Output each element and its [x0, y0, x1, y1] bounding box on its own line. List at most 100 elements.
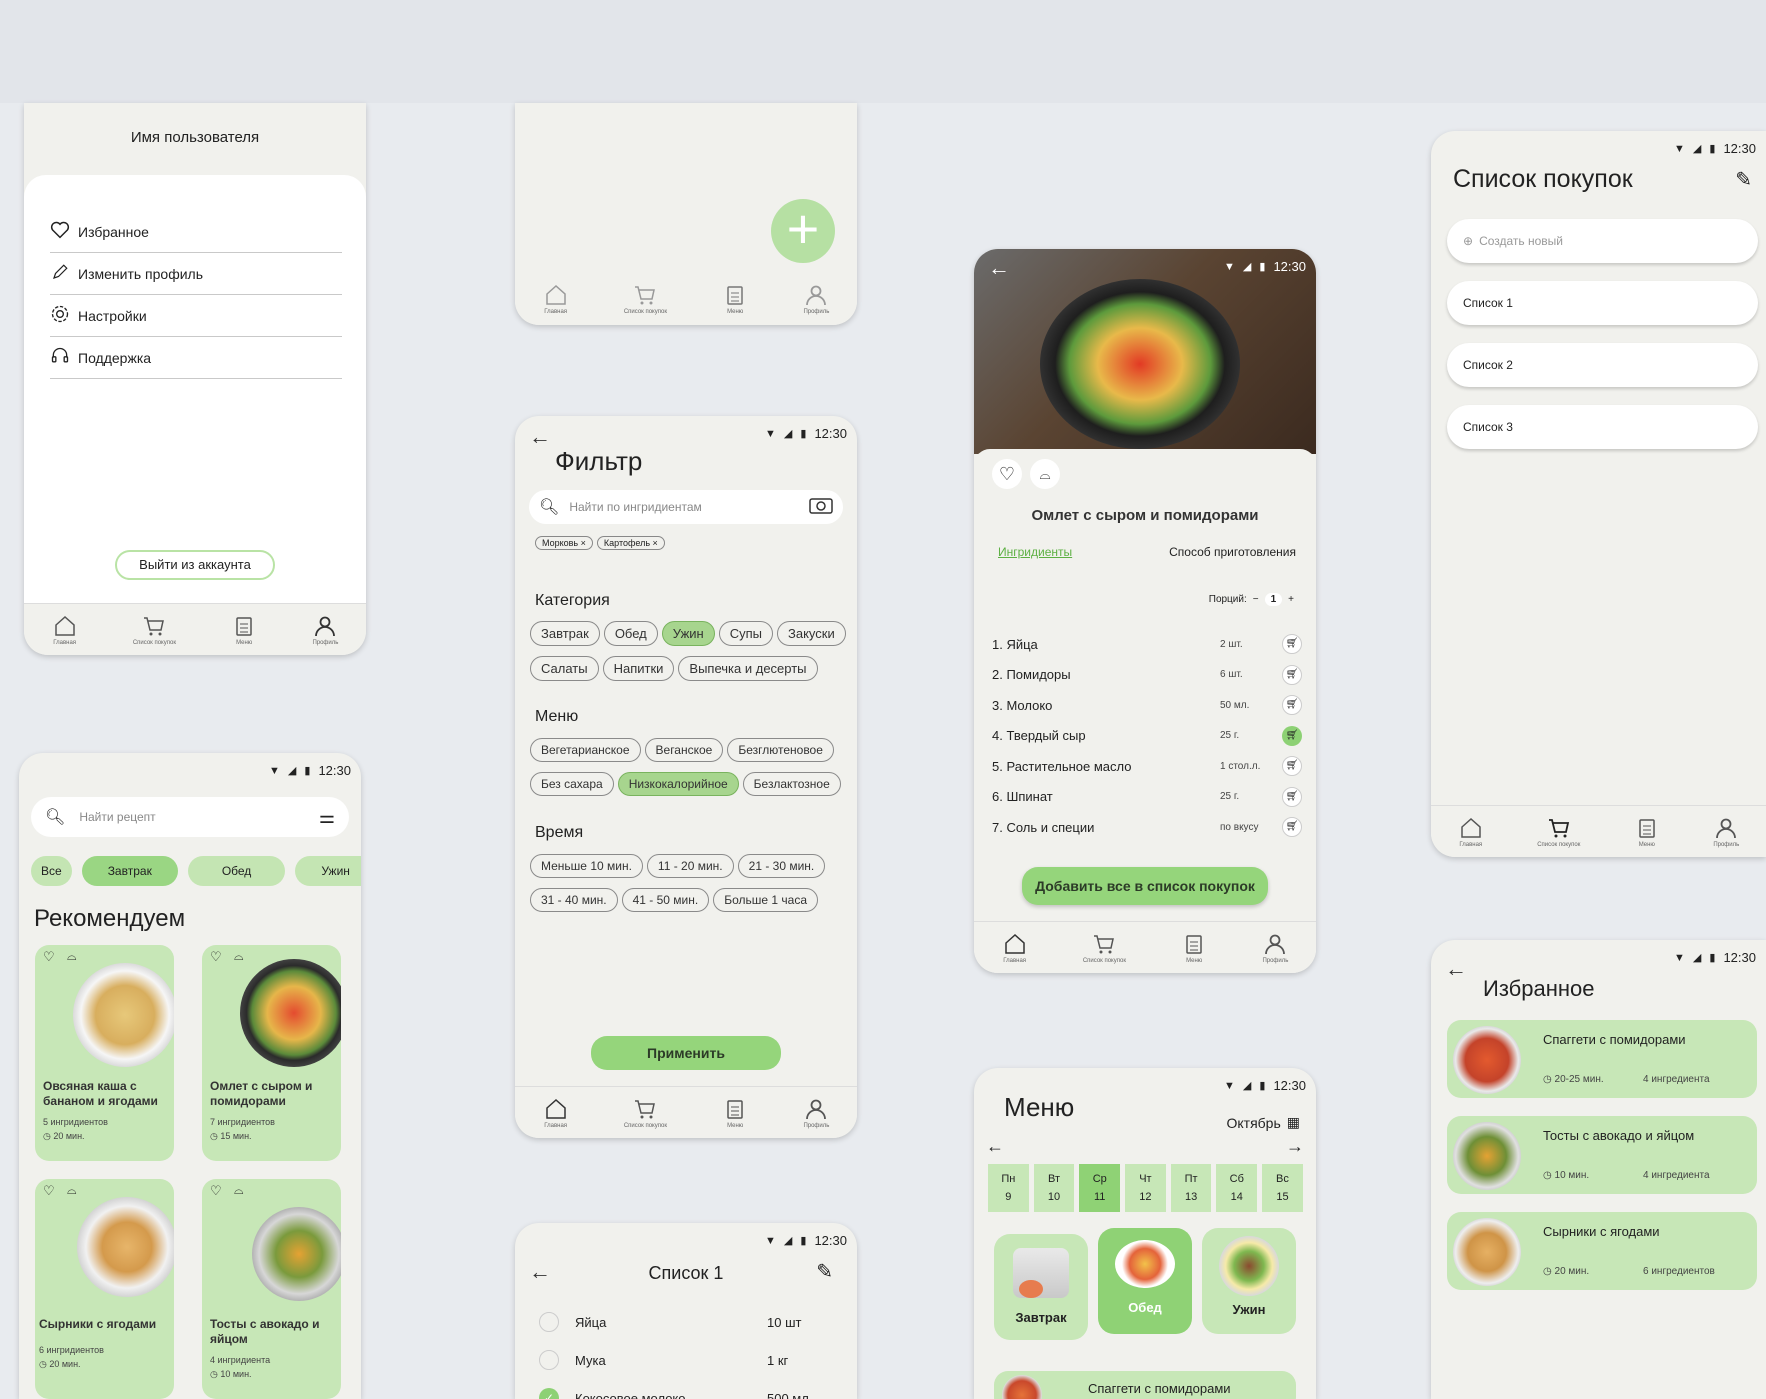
tab-all[interactable]: Все: [31, 856, 72, 886]
ingredient-tag[interactable]: Морковь ×: [535, 536, 593, 550]
add-all-button[interactable]: Добавить все в список покупок: [1022, 867, 1268, 905]
favorite-item[interactable]: Спаггети с помидорами ◷ 20-25 мин. 4 инг…: [1447, 1020, 1757, 1098]
chip-time-6[interactable]: Больше 1 часа: [713, 888, 818, 912]
day-cell[interactable]: Пт 13: [1170, 1164, 1212, 1212]
chip-low-cal[interactable]: Низкокалорийное: [617, 772, 739, 796]
checkbox[interactable]: [539, 1312, 559, 1332]
shopping-list-item[interactable]: Список 2: [1447, 343, 1758, 387]
tab-ingredients[interactable]: Ингридиенты: [998, 545, 1072, 559]
day-cell-selected[interactable]: Ср 11: [1079, 1164, 1121, 1212]
menu-item-edit-profile[interactable]: Изменить профиль: [50, 253, 342, 295]
nav-cart[interactable]: Список покупок: [1537, 816, 1580, 848]
day-cell[interactable]: Вс 15: [1262, 1164, 1303, 1212]
filter-sliders-icon[interactable]: ⚌: [319, 807, 335, 828]
minus-button[interactable]: −: [1253, 594, 1259, 605]
edit-icon[interactable]: ✎: [816, 1259, 833, 1284]
favorite-button[interactable]: ♡: [992, 459, 1022, 489]
tab-dinner[interactable]: Ужин: [295, 856, 361, 886]
nav-home[interactable]: Главная: [543, 1097, 569, 1129]
tab-breakfast[interactable]: Завтрак: [81, 856, 178, 886]
nav-profile[interactable]: Профиль: [1713, 816, 1739, 848]
day-cell[interactable]: Вт 10: [1033, 1164, 1075, 1212]
search-input[interactable]: Найти рецепт: [79, 810, 305, 824]
tab-lunch[interactable]: Обед: [187, 856, 286, 886]
chip-vegan[interactable]: Веганское: [644, 738, 724, 762]
cart-add-icon[interactable]: 🛒︎: [1282, 664, 1302, 685]
nav-home[interactable]: Главная: [1458, 816, 1484, 848]
nav-menu[interactable]: Меню: [1634, 816, 1660, 848]
nav-menu[interactable]: Меню: [231, 614, 257, 646]
cart-add-icon[interactable]: 🛒︎: [1282, 786, 1302, 807]
nav-menu[interactable]: Меню: [722, 283, 748, 315]
ingredient-tag[interactable]: Картофель ×: [596, 536, 665, 550]
add-button[interactable]: +: [771, 199, 835, 263]
heart-icon[interactable]: ♡: [210, 1183, 222, 1199]
nav-profile[interactable]: Профиль: [1262, 932, 1288, 964]
create-new-list[interactable]: ⊕ Создать новый: [1447, 219, 1758, 263]
day-cell[interactable]: Пн 9: [988, 1164, 1029, 1212]
meal-card-lunch[interactable]: Обед: [1098, 1228, 1192, 1334]
cart-add-icon[interactable]: 🛒︎: [1282, 817, 1302, 838]
chip-time-2[interactable]: 11 - 20 мин.: [646, 854, 734, 878]
prev-week-arrow-icon[interactable]: ←: [986, 1136, 1004, 1157]
logout-button[interactable]: Выйти из аккаунта: [115, 550, 275, 580]
menu-item-favorites[interactable]: Избранное: [50, 211, 342, 253]
nav-cart[interactable]: Список покупок: [1083, 932, 1126, 964]
nav-home[interactable]: Главная: [52, 614, 78, 646]
month-selector[interactable]: Октябрь ▦: [1227, 1114, 1301, 1131]
chip-time-3[interactable]: 21 - 30 мин.: [737, 854, 826, 878]
camera-icon[interactable]: [809, 496, 833, 519]
tab-method[interactable]: Способ приготовления: [1169, 545, 1296, 559]
cart-add-icon[interactable]: 🛒︎: [1282, 756, 1302, 777]
chip-dinner[interactable]: Ужин: [661, 621, 715, 646]
shopping-list-item[interactable]: Список 3: [1447, 405, 1758, 449]
cart-add-icon[interactable]: 🛒︎: [1282, 634, 1302, 655]
recipe-card[interactable]: ♡ ⌓ Овсяная каша с бананом и ягодами 5 и…: [35, 945, 174, 1161]
menu-dish-item[interactable]: Спаггети с помидорами: [994, 1371, 1296, 1399]
chip-baking[interactable]: Выпечка и десерты: [678, 656, 818, 681]
day-cell[interactable]: Сб 14: [1216, 1164, 1258, 1212]
cloche-button[interactable]: ⌓: [1030, 459, 1060, 489]
nav-cart[interactable]: Список покупок: [624, 283, 667, 315]
meal-card-dinner[interactable]: Ужин: [1202, 1228, 1296, 1334]
chip-soups[interactable]: Супы: [718, 621, 774, 646]
favorite-item[interactable]: Тосты с авокадо и яйцом ◷ 10 мин. 4 ингр…: [1447, 1116, 1757, 1194]
cloche-icon[interactable]: ⌓: [234, 949, 244, 964]
chip-time-5[interactable]: 41 - 50 мин.: [621, 888, 710, 912]
cloche-icon[interactable]: ⌓: [67, 949, 77, 964]
chip-drinks[interactable]: Напитки: [602, 656, 675, 681]
chip-lunch[interactable]: Обед: [603, 621, 658, 646]
recipe-card[interactable]: ♡ ⌓ Тосты с авокадо и яйцом 4 ингридиент…: [202, 1179, 341, 1399]
menu-item-settings[interactable]: Настройки: [50, 295, 342, 337]
chip-sugar-free[interactable]: Без сахара: [530, 772, 614, 796]
nav-home[interactable]: Главная: [1002, 932, 1028, 964]
ingredient-search[interactable]: 🔍︎ Найти по ингридиентам: [529, 490, 843, 524]
nav-cart[interactable]: Список покупок: [624, 1097, 667, 1129]
search-input[interactable]: Найти по ингридиентам: [569, 500, 799, 514]
nav-cart[interactable]: Список покупок: [133, 614, 176, 646]
nav-profile[interactable]: Профиль: [803, 283, 829, 315]
cloche-icon[interactable]: ⌓: [67, 1183, 77, 1198]
next-week-arrow-icon[interactable]: →: [1286, 1136, 1304, 1157]
heart-icon[interactable]: ♡: [43, 949, 55, 965]
heart-icon[interactable]: ♡: [210, 949, 222, 965]
recipe-search[interactable]: 🔍︎ Найти рецепт ⚌: [31, 797, 349, 837]
checkbox[interactable]: [539, 1350, 559, 1370]
recipe-card[interactable]: ♡ ⌓ Омлет с сыром и помидорами 7 ингриди…: [202, 945, 341, 1161]
edit-icon[interactable]: ✎: [1735, 167, 1752, 192]
nav-profile[interactable]: Профиль: [803, 1097, 829, 1129]
recipe-card[interactable]: ♡ ⌓ Сырники с ягодами 6 ингридиентов ◷ 2…: [35, 1179, 174, 1399]
chip-vegetarian[interactable]: Вегетарианское: [530, 738, 641, 762]
apply-button[interactable]: Применить: [591, 1036, 781, 1070]
nav-menu[interactable]: Меню: [1181, 932, 1207, 964]
back-arrow-icon[interactable]: ←: [529, 424, 551, 450]
chip-time-4[interactable]: 31 - 40 мин.: [530, 888, 618, 912]
chip-time-1[interactable]: Меньше 10 мин.: [530, 854, 643, 878]
cart-added-icon[interactable]: 🛒︎: [1282, 725, 1302, 746]
cart-add-icon[interactable]: 🛒︎: [1282, 695, 1302, 716]
heart-icon[interactable]: ♡: [43, 1183, 55, 1199]
back-arrow-icon[interactable]: ←: [988, 255, 1010, 281]
menu-item-support[interactable]: Поддержка: [50, 337, 342, 379]
plus-button[interactable]: +: [1288, 594, 1294, 605]
cloche-icon[interactable]: ⌓: [234, 1183, 244, 1198]
